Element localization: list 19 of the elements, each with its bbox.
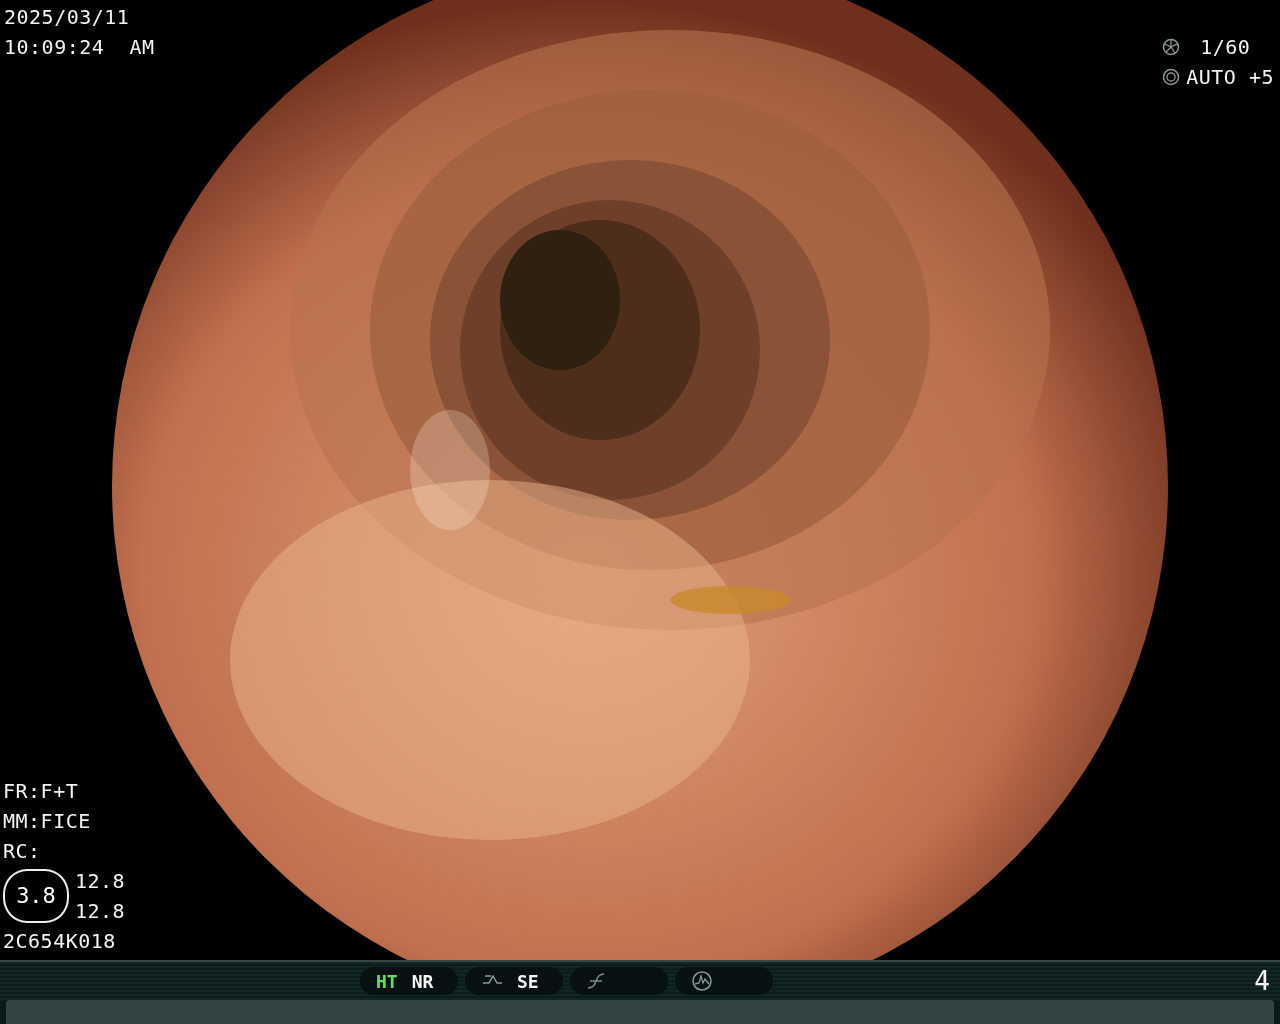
aperture-icon: [1162, 38, 1181, 56]
serial-number-text: 2C654K018: [3, 928, 117, 955]
shutter-speed-text: 1/60: [1200, 34, 1251, 61]
mode-label: HT: [376, 970, 398, 992]
mode-label: NR: [411, 970, 434, 992]
curve-icon: [586, 972, 606, 990]
zoom-gauge: 3.8: [3, 869, 69, 923]
waveform-icon: [691, 970, 713, 992]
page-number: 4: [1254, 966, 1270, 996]
setting-text: FR:F+T: [3, 778, 80, 805]
mode-label: SE: [517, 970, 539, 992]
date-text: 2025/03/11: [4, 4, 131, 31]
reading-text: 12.8: [75, 898, 126, 925]
aperture-icon: [1162, 68, 1181, 86]
iris-setting-text: AUTO +5: [1186, 64, 1274, 91]
time-text: 10:09:24 AM: [4, 34, 155, 61]
setting-text: RC:: [3, 838, 42, 865]
setting-text: MM:FICE: [3, 808, 92, 835]
reading-text: 12.8: [75, 868, 126, 895]
